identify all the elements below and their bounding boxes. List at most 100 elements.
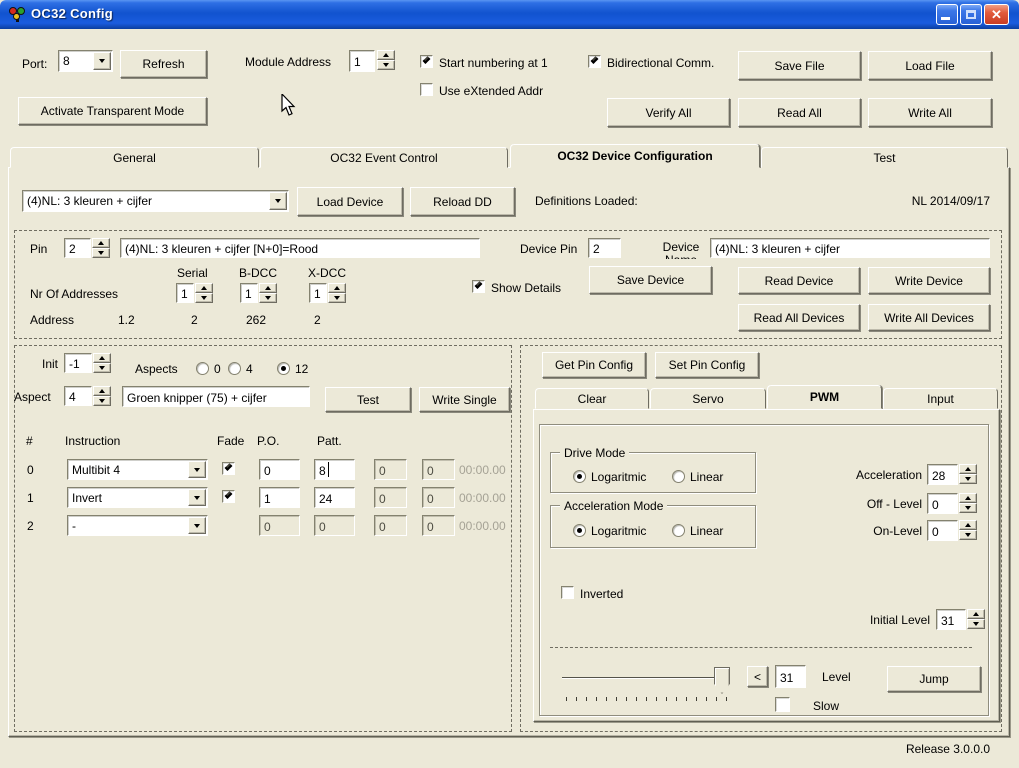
read-all-button[interactable]: Read All [738, 98, 861, 127]
tab-event-control[interactable]: OC32 Event Control [260, 147, 508, 168]
xdcc-addresses-stepper[interactable] [328, 283, 346, 303]
refresh-button[interactable]: Refresh [120, 50, 207, 78]
inverted-label: Inverted [580, 587, 623, 601]
instruction-select-2[interactable]: - [67, 515, 208, 536]
pin-input[interactable] [64, 238, 91, 258]
on-level-stepper[interactable] [959, 520, 977, 540]
off-level-stepper[interactable] [959, 493, 977, 513]
close-button[interactable]: ✕ [984, 4, 1009, 25]
inverted-checkbox[interactable] [561, 586, 574, 599]
port-select[interactable]: 8 [58, 50, 113, 72]
instruction-select-0[interactable]: Multibit 4 [67, 459, 208, 480]
chevron-down-icon[interactable] [188, 489, 206, 506]
show-details-checkbox[interactable] [472, 280, 485, 293]
level-input[interactable] [775, 665, 806, 688]
show-details-label: Show Details [491, 281, 561, 295]
aspect-stepper[interactable] [93, 386, 111, 406]
use-extended-checkbox[interactable] [420, 83, 433, 96]
minimize-button[interactable] [936, 4, 958, 25]
start-numbering-checkbox[interactable] [420, 55, 433, 68]
write-all-button[interactable]: Write All [868, 98, 992, 127]
bdcc-addresses-input[interactable] [240, 283, 258, 303]
chevron-down-icon[interactable] [93, 52, 111, 70]
tab-device-configuration[interactable]: OC32 Device Configuration [510, 144, 760, 168]
initial-level-stepper[interactable] [967, 609, 985, 629]
save-file-button[interactable]: Save File [738, 51, 861, 80]
module-address-input[interactable] [349, 50, 375, 72]
read-device-button[interactable]: Read Device [738, 267, 860, 294]
device-type-select[interactable]: (4)NL: 3 kleuren + cijfer [22, 190, 289, 212]
set-pin-config-button[interactable]: Set Pin Config [655, 352, 759, 378]
pin-stepper[interactable] [92, 238, 110, 258]
aspects-radio-0[interactable] [196, 362, 209, 375]
fade-checkbox-0[interactable] [222, 462, 235, 475]
patt-input-1[interactable] [314, 487, 355, 508]
param2-input-2 [422, 515, 455, 536]
reload-dd-button[interactable]: Reload DD [410, 187, 515, 216]
maximize-button[interactable] [960, 4, 982, 25]
aspect-description-input[interactable] [122, 386, 310, 407]
init-input[interactable] [64, 353, 92, 373]
off-level-input[interactable] [927, 493, 958, 514]
title-bar[interactable]: OC32 Config ✕ [0, 0, 1019, 29]
on-level-input[interactable] [927, 520, 958, 541]
drive-linear-radio[interactable] [672, 470, 685, 483]
aspect-label: Aspect [14, 390, 51, 404]
chevron-down-icon[interactable] [269, 192, 287, 210]
save-device-button[interactable]: Save Device [589, 266, 712, 294]
tab-pwm[interactable]: PWM [767, 385, 882, 409]
pin-description-input[interactable] [120, 238, 480, 258]
load-device-button[interactable]: Load Device [297, 187, 403, 216]
verify-all-button[interactable]: Verify All [607, 98, 730, 127]
drive-linear-label: Linear [690, 470, 723, 484]
write-device-button[interactable]: Write Device [868, 267, 990, 294]
serial-addresses-stepper[interactable] [195, 283, 213, 303]
level-decrement-button[interactable]: < [747, 666, 768, 687]
aspect-input[interactable] [64, 386, 92, 406]
xdcc-addresses-input[interactable] [309, 283, 327, 303]
po-input-0[interactable] [259, 459, 300, 480]
test-button[interactable]: Test [325, 387, 411, 412]
spin-down-icon[interactable] [377, 60, 395, 70]
jump-button[interactable]: Jump [887, 666, 981, 692]
port-label: Port: [22, 57, 47, 71]
tab-general[interactable]: General [10, 147, 259, 168]
write-all-devices-button[interactable]: Write All Devices [868, 304, 990, 331]
fade-checkbox-1[interactable] [222, 490, 235, 503]
accel-logaritmic-radio[interactable] [573, 524, 586, 537]
write-single-button[interactable]: Write Single [419, 387, 510, 412]
chevron-down-icon[interactable] [188, 461, 206, 478]
activate-transparent-mode-button[interactable]: Activate Transparent Mode [18, 97, 207, 125]
acceleration-stepper[interactable] [959, 464, 977, 484]
device-name-input[interactable] [710, 238, 990, 258]
tab-input[interactable]: Input [883, 388, 998, 409]
tab-test[interactable]: Test [761, 147, 1008, 168]
tab-servo[interactable]: Servo [650, 388, 766, 409]
patt-input-0[interactable] [314, 459, 355, 480]
aspects-radio-0-label: 0 [214, 362, 221, 376]
bdcc-addresses-stepper[interactable] [259, 283, 277, 303]
init-label: Init [42, 357, 58, 371]
initial-level-input[interactable] [936, 609, 966, 630]
read-all-devices-button[interactable]: Read All Devices [738, 304, 860, 331]
accel-linear-radio[interactable] [672, 524, 685, 537]
serial-addresses-input[interactable] [176, 283, 194, 303]
drive-logaritmic-radio[interactable] [573, 470, 586, 483]
slow-checkbox[interactable] [775, 697, 790, 712]
aspects-radio-12[interactable] [277, 362, 290, 375]
load-file-button[interactable]: Load File [868, 51, 992, 80]
instruction-select-1[interactable]: Invert [67, 487, 208, 508]
init-stepper[interactable] [93, 353, 111, 373]
acceleration-input[interactable] [927, 464, 958, 485]
level-slider-track[interactable] [562, 677, 729, 679]
level-label: Level [822, 670, 851, 684]
aspects-radio-4[interactable] [228, 362, 241, 375]
spin-up-icon[interactable] [377, 50, 395, 60]
device-pin-input[interactable] [588, 238, 621, 258]
tab-clear[interactable]: Clear [535, 388, 649, 409]
chevron-down-icon[interactable] [188, 517, 206, 534]
po-input-1[interactable] [259, 487, 300, 508]
get-pin-config-button[interactable]: Get Pin Config [542, 352, 646, 378]
bidirectional-checkbox[interactable] [588, 55, 601, 68]
module-address-stepper[interactable] [377, 50, 395, 70]
